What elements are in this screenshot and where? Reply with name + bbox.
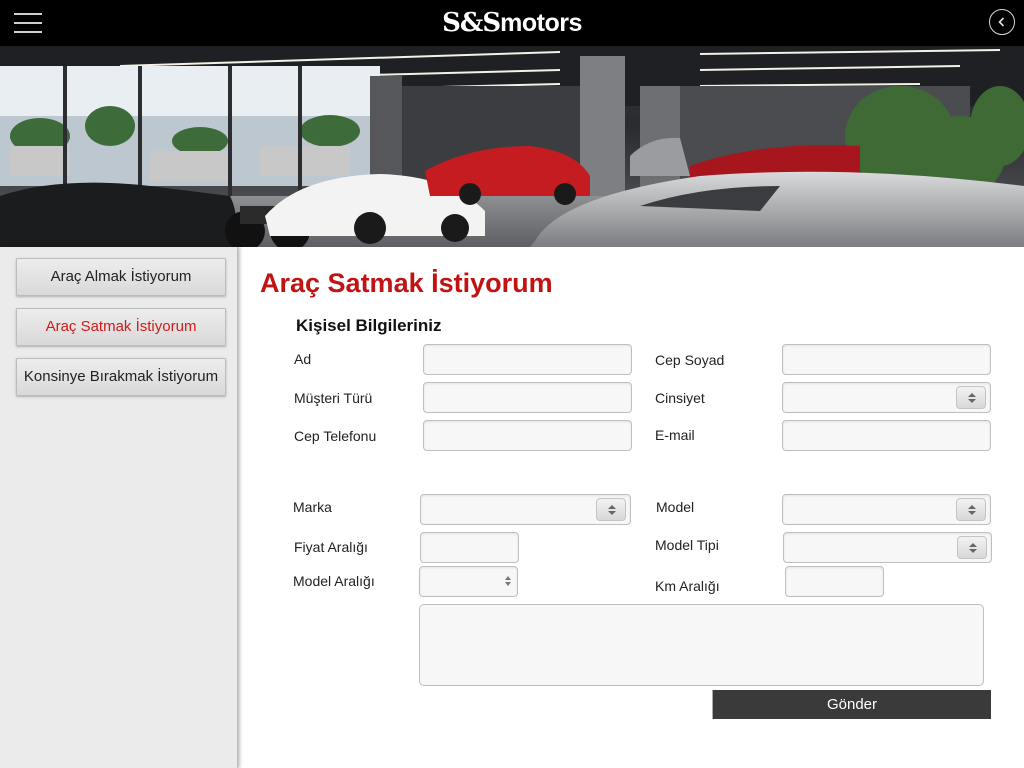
model-araligi-label: Model Aralığı xyxy=(293,573,375,589)
logo-mark: S&S xyxy=(442,8,501,38)
stepper-arrows-icon[interactable] xyxy=(502,570,514,593)
model-tipi-select[interactable] xyxy=(783,532,992,563)
cep-telefonu-label: Cep Telefonu xyxy=(294,428,377,444)
sidebar: Araç Almak İstiyorum Araç Satmak İstiyor… xyxy=(0,247,238,768)
ad-input[interactable] xyxy=(423,344,632,375)
marka-label: Marka xyxy=(293,499,332,515)
email-label: E-mail xyxy=(655,427,695,443)
musteri-turu-label: Müşteri Türü xyxy=(294,390,373,406)
sidebar-item-konsinye[interactable]: Konsinye Bırakmak İstiyorum xyxy=(16,358,226,396)
back-icon[interactable] xyxy=(989,9,1015,35)
musteri-turu-input[interactable] xyxy=(423,382,632,413)
sidebar-item-arac-almak[interactable]: Araç Almak İstiyorum xyxy=(16,258,226,296)
logo-wordmark: motors xyxy=(500,9,582,37)
spinner-icon xyxy=(957,536,987,559)
model-tipi-label: Model Tipi xyxy=(655,537,719,553)
cep-soyad-label: Cep Soyad xyxy=(655,352,725,368)
section-title: Kişisel Bilgileriniz xyxy=(296,316,442,335)
brand-logo[interactable]: S&Smotors xyxy=(0,9,1024,37)
spinner-icon xyxy=(956,498,986,521)
spinner-icon xyxy=(596,498,626,521)
marka-select[interactable] xyxy=(420,494,631,525)
cinsiyet-select[interactable] xyxy=(782,382,991,413)
submit-button[interactable]: Gönder xyxy=(712,690,991,719)
ad-label: Ad xyxy=(294,351,312,367)
sidebar-item-arac-satmak[interactable]: Araç Satmak İstiyorum xyxy=(16,308,226,346)
model-label: Model xyxy=(656,499,695,515)
model-select[interactable] xyxy=(782,494,991,525)
email-input[interactable] xyxy=(782,420,991,451)
page-title: Araç Satmak İstiyorum xyxy=(260,268,553,298)
cep-soyad-input[interactable] xyxy=(782,344,991,375)
model-araligi-stepper[interactable] xyxy=(419,566,518,597)
fiyat-araligi-label: Fiyat Aralığı xyxy=(294,539,368,555)
cinsiyet-label: Cinsiyet xyxy=(655,390,705,406)
message-textarea[interactable] xyxy=(419,604,984,686)
hero-showroom-image xyxy=(0,46,1024,247)
km-araligi-label: Km Aralığı xyxy=(655,578,720,594)
spinner-icon xyxy=(956,386,986,409)
fiyat-araligi-input[interactable] xyxy=(420,532,519,563)
top-bar: S&Smotors xyxy=(0,0,1024,46)
km-araligi-input[interactable] xyxy=(785,566,884,597)
cep-telefonu-input[interactable] xyxy=(423,420,632,451)
